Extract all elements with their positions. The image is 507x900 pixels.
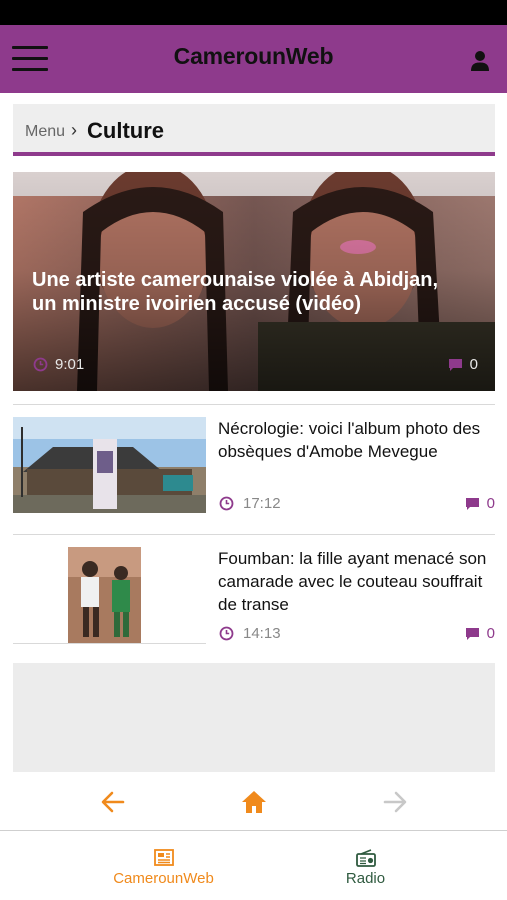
featured-article-meta: 9:01 <box>33 356 84 373</box>
comment-icon <box>465 497 479 510</box>
comment-icon <box>465 627 479 640</box>
clock-icon <box>219 496 234 511</box>
tab-label: Radio <box>345 870 386 887</box>
user-profile-icon[interactable] <box>467 47 493 73</box>
divider <box>13 404 495 405</box>
comment-icon <box>448 358 462 371</box>
article-title: Foumban: la fille ayant menacé son camar… <box>218 549 487 614</box>
breadcrumb-chevron-icon: › <box>71 120 77 140</box>
comment-count-value: 0 <box>486 495 495 512</box>
status-bar <box>0 0 507 25</box>
featured-comment-value: 0 <box>469 356 478 373</box>
tab-radio[interactable]: Radio <box>239 831 492 900</box>
back-arrow-icon[interactable] <box>97 786 129 818</box>
featured-article-time: 9:01 <box>55 356 85 373</box>
article-time: 14:13 <box>219 625 281 642</box>
breadcrumb: Menu › Culture <box>13 104 495 156</box>
article-title: Nécrologie: voici l'album photo des obsè… <box>218 419 481 461</box>
article-time: 17:12 <box>219 495 281 512</box>
article-thumbnail <box>13 547 206 643</box>
article-thumbnail <box>13 417 206 513</box>
browser-nav-row <box>0 780 507 822</box>
app-title: CamerounWeb <box>173 43 334 69</box>
newspaper-icon <box>153 849 174 866</box>
ad-placeholder <box>13 663 495 772</box>
clock-icon <box>219 626 234 641</box>
comment-count-value: 0 <box>486 625 495 642</box>
forward-arrow-icon[interactable] <box>379 786 411 818</box>
article-time-value: 14:13 <box>243 625 281 642</box>
divider <box>13 534 495 535</box>
divider <box>13 643 206 644</box>
comment-count[interactable]: 0 <box>465 625 495 642</box>
breadcrumb-menu-link[interactable]: Menu <box>25 123 65 141</box>
radio-icon <box>355 849 376 867</box>
list-item[interactable]: Nécrologie: voici l'album photo des obsè… <box>13 417 495 513</box>
featured-comment-count[interactable]: 0 <box>448 356 478 373</box>
home-icon[interactable] <box>238 786 270 818</box>
app-header: CamerounWeb <box>0 25 507 93</box>
featured-article[interactable]: Une artiste camerounaise violée à Abidja… <box>13 172 495 391</box>
clock-icon <box>33 357 48 372</box>
featured-article-title: Une artiste camerounaise violée à Abidja… <box>32 269 439 315</box>
breadcrumb-current: Culture <box>87 118 164 143</box>
article-time-value: 17:12 <box>243 495 281 512</box>
comment-count[interactable]: 0 <box>465 495 495 512</box>
list-item[interactable]: Foumban: la fille ayant menacé son camar… <box>13 547 495 643</box>
tab-bar: CamerounWeb Radio <box>0 830 507 900</box>
